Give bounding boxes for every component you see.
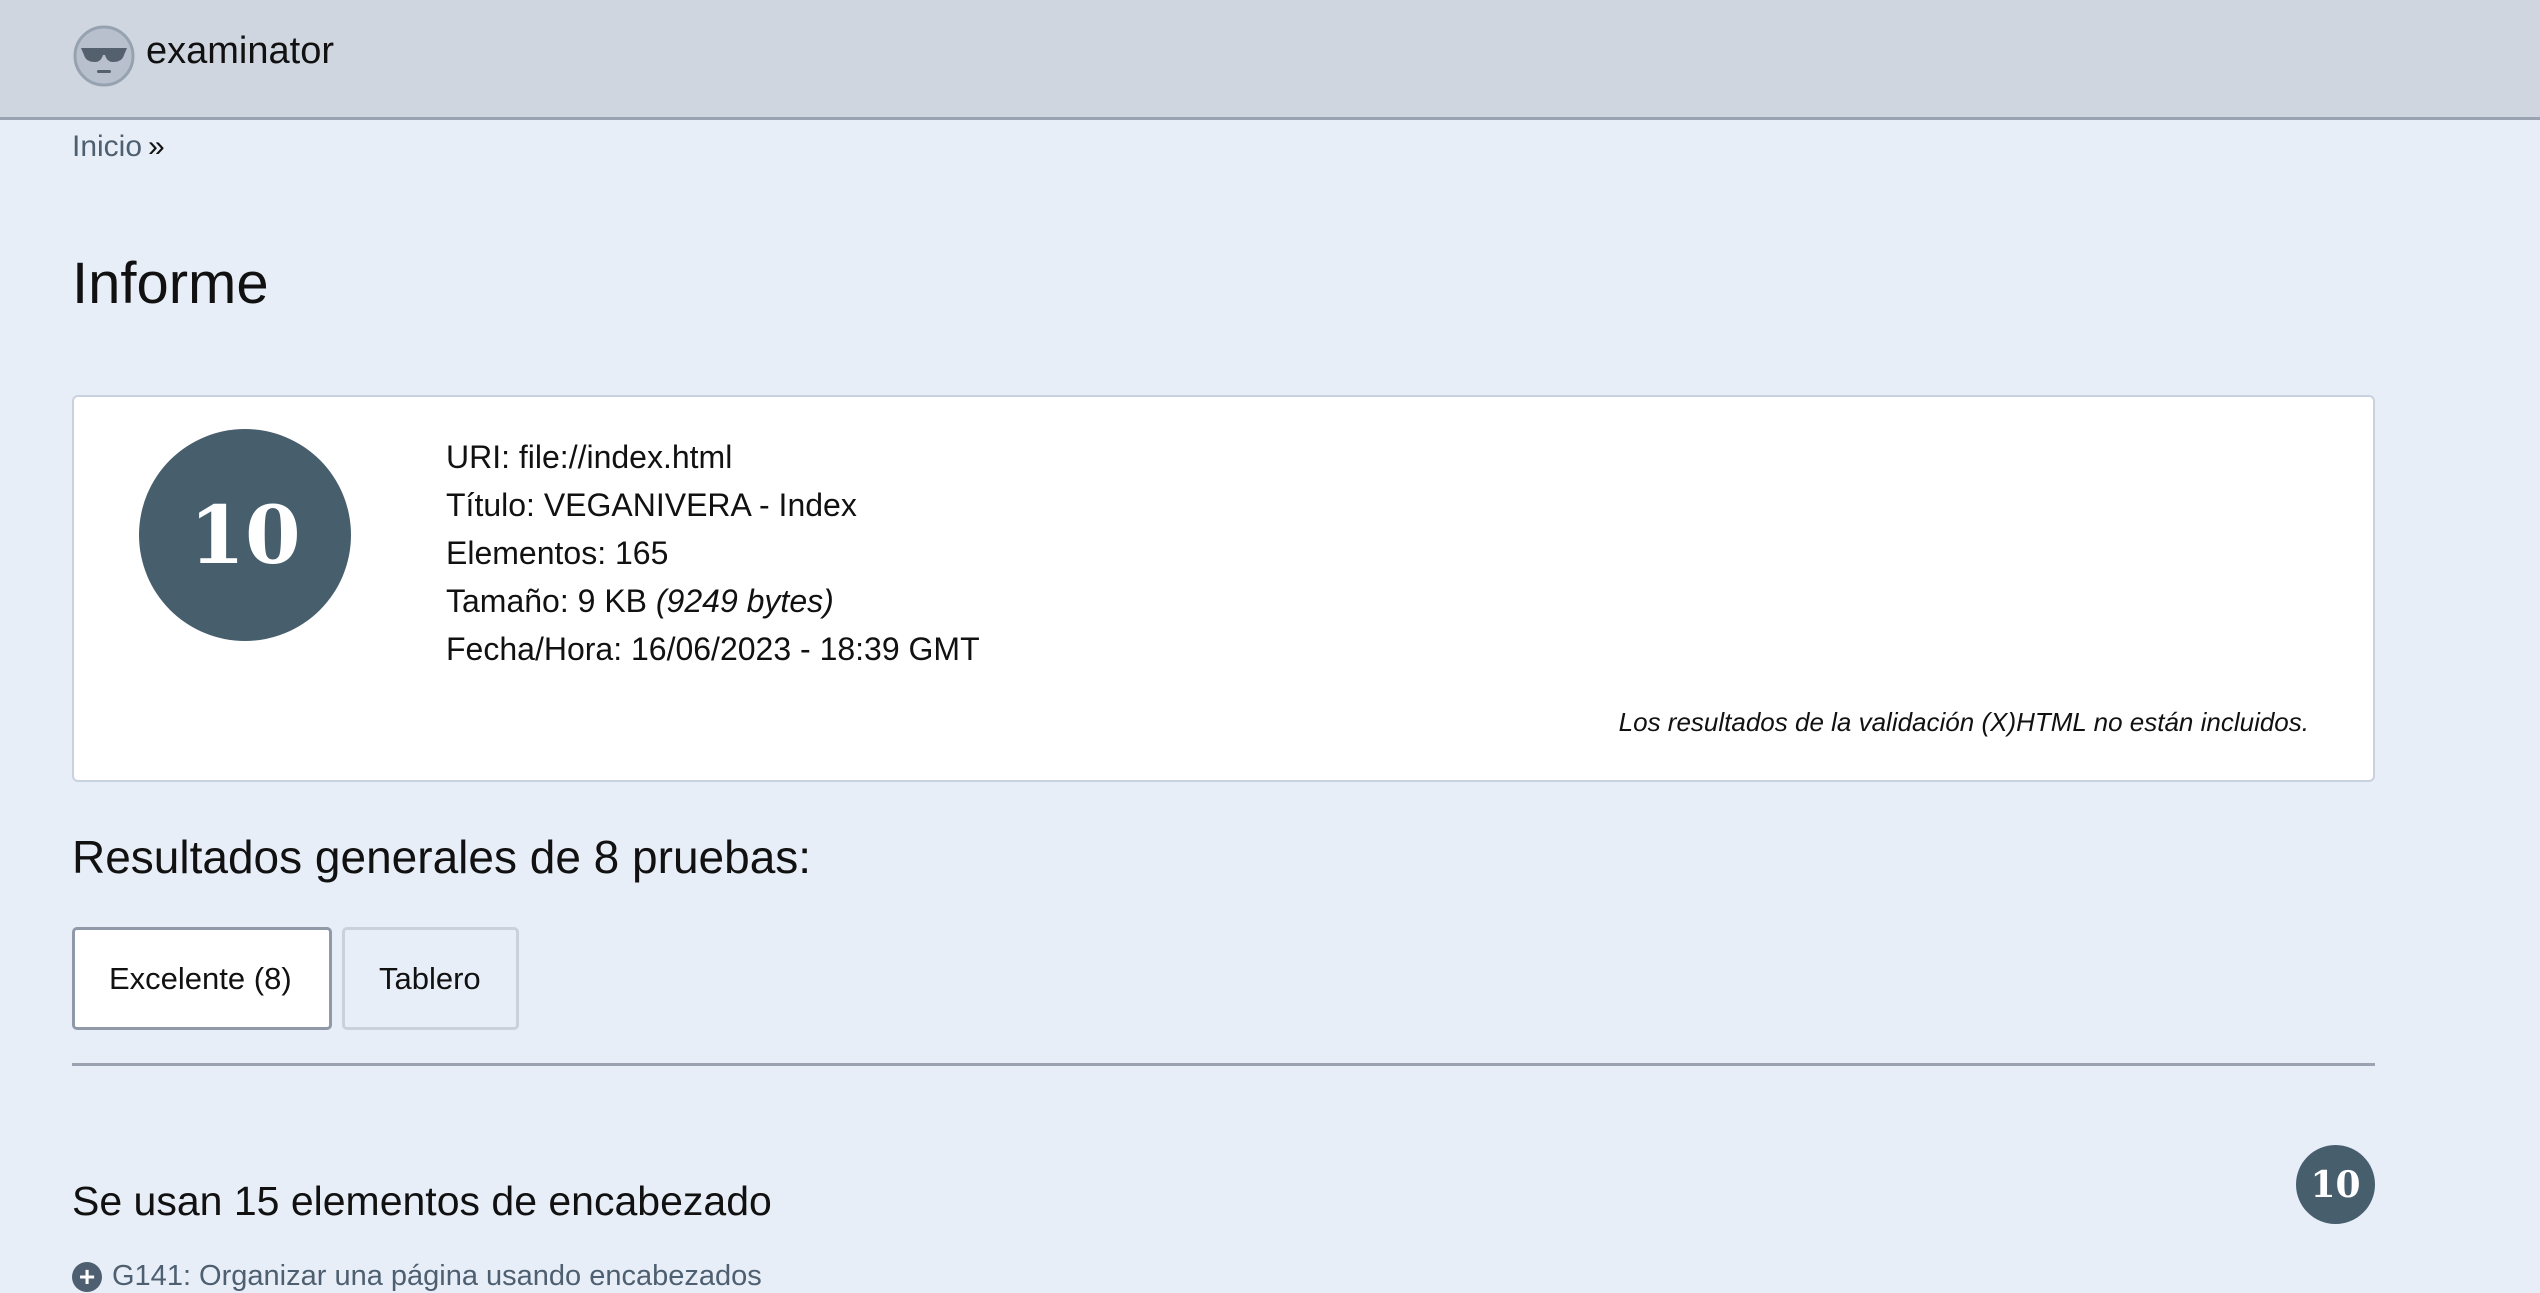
tab-tablero[interactable]: Tablero bbox=[342, 927, 519, 1030]
section-title: Se usan 15 elementos de encabezado bbox=[72, 1178, 772, 1224]
section-score-badge: 10 bbox=[2296, 1145, 2375, 1224]
summary-card: 10 URI: file://index.html Título: VEGANI… bbox=[72, 395, 2375, 782]
breadcrumb: Inicio» bbox=[72, 130, 165, 164]
size-value: 9 KB bbox=[577, 583, 647, 619]
breadcrumb-home-link[interactable]: Inicio bbox=[72, 130, 142, 163]
title-row: Título: VEGANIVERA - Index bbox=[446, 481, 980, 529]
datetime-label: Fecha/Hora: bbox=[446, 631, 623, 667]
section-divider bbox=[72, 1063, 2375, 1066]
elements-value: 165 bbox=[614, 535, 669, 571]
uri-value: file://index.html bbox=[518, 439, 733, 475]
page-title: Informe bbox=[72, 251, 269, 316]
results-heading: Resultados generales de 8 pruebas: bbox=[72, 831, 812, 883]
datetime-row: Fecha/Hora: 16/06/2023 - 18:39 GMT bbox=[446, 625, 980, 673]
title-value: VEGANIVERA - Index bbox=[543, 487, 857, 523]
validation-note: Los resultados de la validación (X)HTML … bbox=[1618, 707, 2309, 737]
tab-excelente[interactable]: Excelente (8) bbox=[72, 927, 332, 1030]
datetime-value: 16/06/2023 - 18:39 GMT bbox=[630, 631, 980, 667]
technique-label[interactable]: G141: Organizar una página usando encabe… bbox=[112, 1260, 762, 1293]
report-metadata: URI: file://index.html Título: VEGANIVER… bbox=[446, 433, 980, 673]
elements-row: Elementos: 165 bbox=[446, 529, 980, 577]
results-tabs: Excelente (8) Tablero bbox=[72, 927, 519, 1030]
size-label: Tamaño: bbox=[446, 583, 569, 619]
uri-row: URI: file://index.html bbox=[446, 433, 980, 481]
elements-label: Elementos: bbox=[446, 535, 607, 571]
top-bar: examinator bbox=[0, 0, 2540, 120]
title-label: Título: bbox=[446, 487, 535, 523]
size-row: Tamaño: 9 KB (9249 bytes) bbox=[446, 577, 980, 625]
score-badge: 10 bbox=[139, 429, 351, 641]
size-bytes: (9249 bytes) bbox=[655, 583, 834, 619]
plus-circle-icon[interactable]: + bbox=[72, 1261, 102, 1292]
uri-label: URI: bbox=[446, 439, 510, 475]
sunglasses-face-icon[interactable] bbox=[72, 24, 136, 88]
technique-link[interactable]: + G141: Organizar una página usando enca… bbox=[72, 1260, 762, 1293]
brand-name[interactable]: examinator bbox=[146, 30, 334, 73]
breadcrumb-separator: » bbox=[148, 130, 165, 163]
